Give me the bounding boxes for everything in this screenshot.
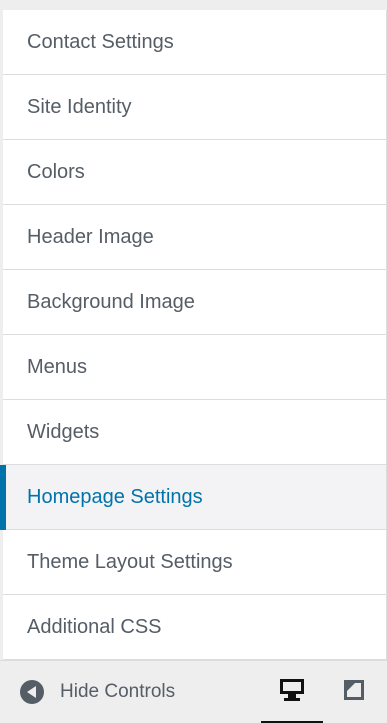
menu-item-label: Widgets	[27, 420, 100, 443]
menu-item-label: Site Identity	[27, 95, 132, 118]
customizer-menu: Contact Settings Site Identity Colors He…	[0, 10, 387, 660]
desktop-preview-icon	[279, 678, 305, 707]
menu-item-label: Background Image	[27, 290, 195, 313]
hide-controls-button[interactable]: Hide Controls	[20, 661, 175, 723]
arrow-left-circle-icon	[20, 680, 44, 704]
tablet-preview-icon	[343, 679, 365, 706]
customizer-footer: Hide Controls	[0, 660, 387, 723]
menu-item-label: Menus	[27, 355, 88, 378]
menu-item-label: Header Image	[27, 225, 154, 248]
menu-item-contact-settings[interactable]: Contact Settings	[3, 10, 386, 75]
menu-item-background-image[interactable]: Background Image	[3, 270, 386, 335]
menu-item-theme-layout-settings[interactable]: Theme Layout Settings	[3, 530, 386, 595]
menu-item-additional-css[interactable]: Additional CSS	[3, 595, 386, 660]
menu-item-label: Homepage Settings	[27, 485, 203, 508]
menu-item-label: Contact Settings	[27, 30, 174, 53]
menu-item-label: Additional CSS	[27, 615, 162, 638]
top-strip	[0, 0, 387, 10]
menu-item-header-image[interactable]: Header Image	[3, 205, 386, 270]
hide-controls-label: Hide Controls	[60, 681, 176, 702]
menu-item-label: Colors	[27, 160, 85, 183]
menu-item-site-identity[interactable]: Site Identity	[3, 75, 386, 140]
desktop-preview-button[interactable]	[261, 661, 323, 723]
menu-item-label: Theme Layout Settings	[27, 550, 233, 573]
menu-item-menus[interactable]: Menus	[3, 335, 386, 400]
tablet-preview-button[interactable]	[323, 661, 385, 723]
customizer-panel: Contact Settings Site Identity Colors He…	[0, 0, 387, 723]
menu-item-colors[interactable]: Colors	[3, 140, 386, 205]
menu-item-homepage-settings[interactable]: Homepage Settings	[0, 465, 386, 530]
menu-item-widgets[interactable]: Widgets	[3, 400, 386, 465]
